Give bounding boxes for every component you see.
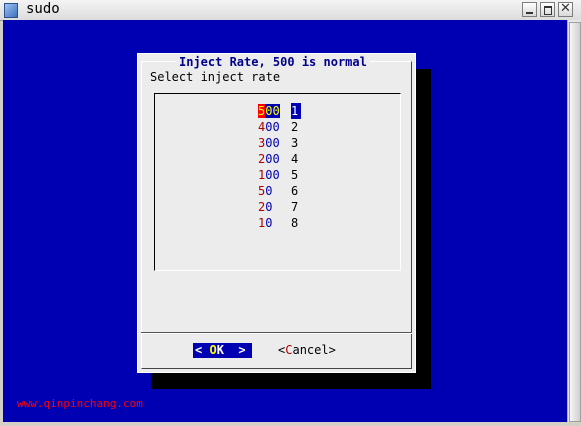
- window-title: sudo: [26, 1, 60, 17]
- ok-bracket-left: <: [195, 343, 210, 357]
- menu-item-rate[interactable]: 200 4: [258, 151, 301, 167]
- cancel-bracket-right: >: [328, 343, 336, 357]
- menu-item-rate-rest: 00: [265, 168, 280, 182]
- inject-rate-dialog: Inject Rate, 500 is normal Select inject…: [137, 53, 416, 373]
- menu-item-rate[interactable]: 50 6: [258, 183, 301, 199]
- rate-menu: 500 1 400 2 300 3 200 4 100 5 50 6 20 7 10 8: [154, 93, 401, 271]
- menu-item-rate[interactable]: 100 5: [258, 167, 301, 183]
- menu-item-tag: 7: [291, 200, 299, 214]
- menu-item-tag: 3: [291, 136, 299, 150]
- menu-item-rate-rest: 0: [265, 184, 273, 198]
- minimize-icon[interactable]: [522, 2, 537, 17]
- menu-item-tag: 2: [291, 120, 299, 134]
- button-separator: [141, 332, 412, 334]
- menu-item-tag: 8: [291, 216, 299, 230]
- vertical-scrollbar[interactable]: [567, 20, 581, 422]
- menu-item-rate[interactable]: 300 3: [258, 135, 301, 151]
- menu-item-tag: 5: [291, 168, 299, 182]
- terminal-app-icon: [4, 3, 18, 18]
- dialog-title: Inject Rate, 500 is normal: [176, 55, 370, 69]
- close-icon[interactable]: ✕: [558, 1, 573, 17]
- maximize-icon[interactable]: [540, 2, 555, 17]
- watermark-text: www.qinpinchang.com: [17, 397, 143, 410]
- menu-item-rate-rest: 00: [265, 120, 280, 134]
- dialog-prompt: Select inject rate: [150, 70, 281, 84]
- menu-item-rate[interactable]: 20 7: [258, 199, 301, 215]
- scrollbar-thumb[interactable]: [569, 22, 581, 422]
- menu-item-rate[interactable]: 10 8: [258, 215, 301, 231]
- rate-menu-list: 500 1 400 2 300 3 200 4 100 5 50 6 20 7 10 8: [258, 103, 301, 231]
- window-titlebar[interactable]: sudo ✕: [0, 0, 581, 21]
- menu-item-tag: 1: [291, 103, 301, 119]
- menu-item-tag: 4: [291, 152, 299, 166]
- ok-button[interactable]: < OK >: [193, 343, 252, 358]
- menu-item-rate[interactable]: 400 2: [258, 119, 301, 135]
- cancel-label-rest: ancel: [292, 343, 329, 357]
- ok-hotkey: O: [209, 343, 217, 357]
- menu-item-rate-rest: 0: [265, 216, 273, 230]
- ok-bracket-right: >: [223, 343, 246, 357]
- menu-item-rate-rest: 00: [265, 152, 280, 166]
- menu-item-rate-rest: 00: [265, 136, 280, 150]
- cancel-button[interactable]: <Cancel>: [278, 343, 336, 358]
- menu-item-rate-rest: 00: [265, 104, 280, 118]
- ok-label-rest: K: [216, 343, 224, 357]
- menu-item-rate-rest: 0: [265, 200, 273, 214]
- menu-item-tag: 6: [291, 184, 299, 198]
- menu-item-rate[interactable]: 500 1: [258, 103, 301, 119]
